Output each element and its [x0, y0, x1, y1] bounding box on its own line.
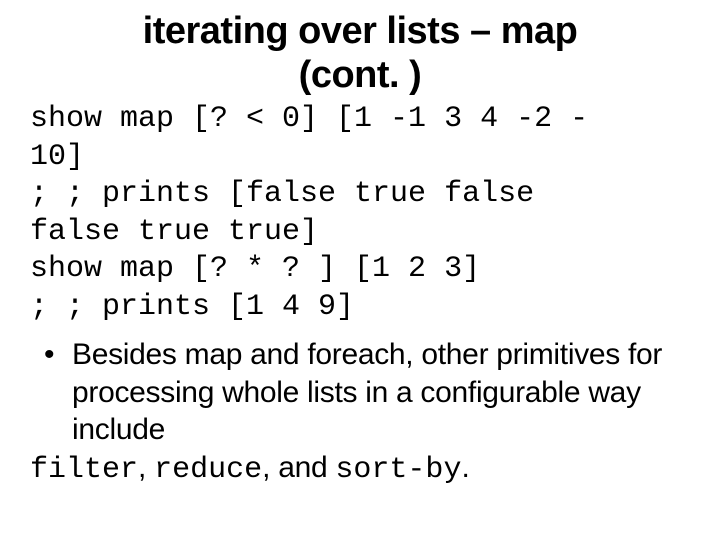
- title-line-1: iterating over lists – map: [143, 10, 578, 52]
- code-word-reduce: reduce: [154, 453, 262, 487]
- code-line-2a: ; ; prints [false true false: [30, 176, 690, 214]
- code-line-1a: show map [? < 0] [1 -1 3 4 -2 -: [30, 101, 690, 139]
- bullet-continuation: filter, reduce, and sort-by.: [30, 449, 690, 490]
- slide: iterating over lists – map (cont. ) show…: [0, 0, 720, 540]
- code-word-filter: filter: [30, 453, 138, 487]
- code-line-1b: 10]: [30, 139, 690, 177]
- bullet-list: Besides map and foreach, other primitive…: [30, 336, 690, 449]
- title-line-2: (cont. ): [299, 54, 422, 96]
- sep-1: ,: [138, 451, 154, 484]
- joiner-and: and: [278, 451, 335, 484]
- code-word-sort-by: sort-by: [335, 453, 461, 487]
- code-line-4: ; ; prints [1 4 9]: [30, 289, 690, 327]
- sep-2: ,: [262, 451, 278, 484]
- bullet-text: Besides map and foreach, other primitive…: [72, 338, 662, 446]
- bullet-item: Besides map and foreach, other primitive…: [30, 336, 690, 449]
- code-line-3: show map [? * ? ] [1 2 3]: [30, 251, 690, 289]
- period: .: [461, 451, 469, 484]
- slide-title: iterating over lists – map (cont. ): [30, 10, 690, 97]
- code-example: show map [? < 0] [1 -1 3 4 -2 -10]; ; pr…: [30, 101, 690, 326]
- code-line-2b: false true true]: [30, 214, 690, 252]
